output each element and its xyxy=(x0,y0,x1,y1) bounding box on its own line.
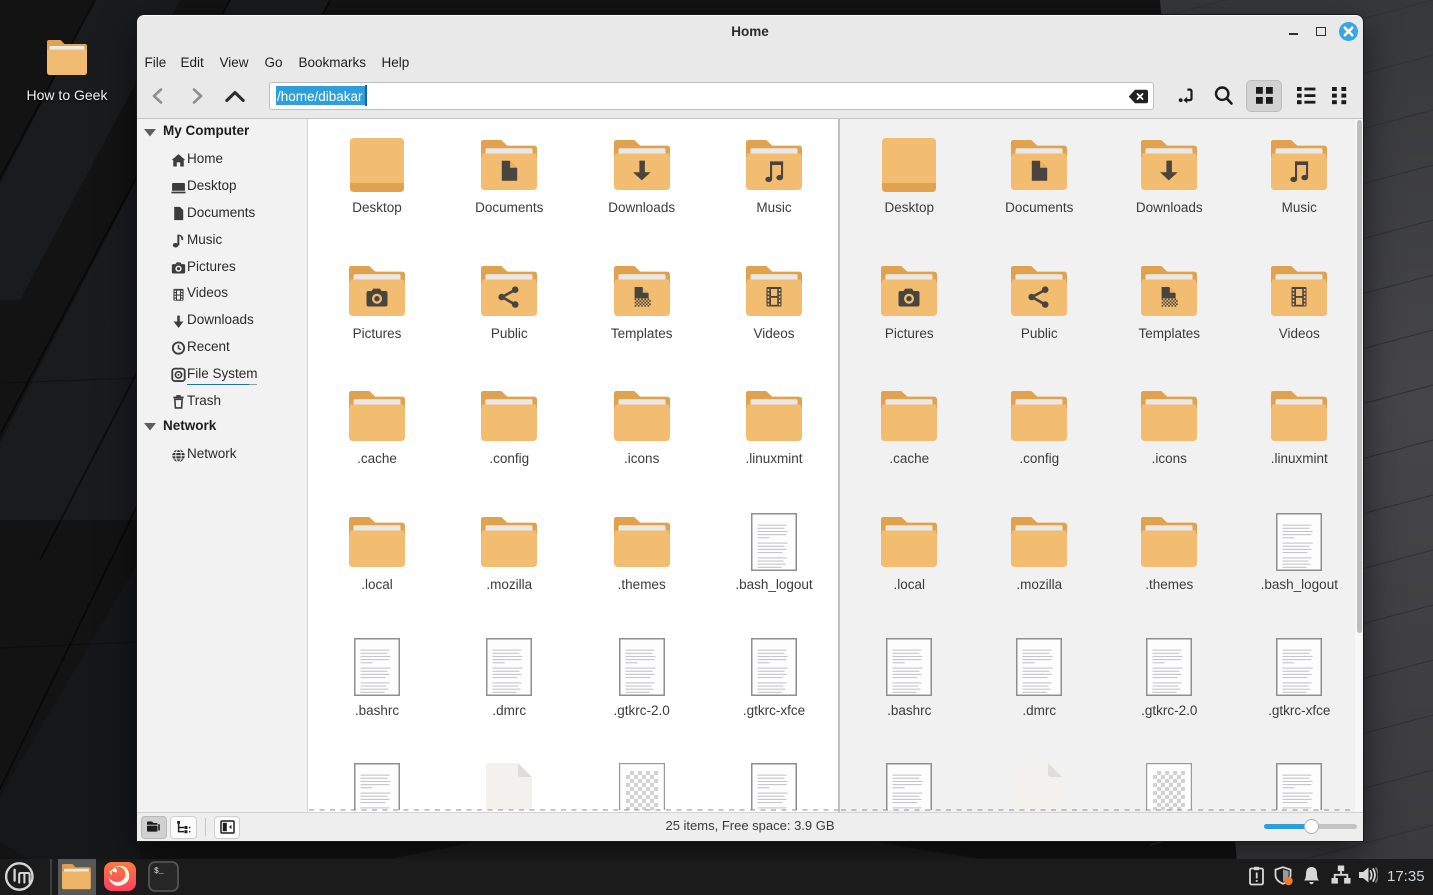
svg-text:$_: $_ xyxy=(154,867,164,876)
